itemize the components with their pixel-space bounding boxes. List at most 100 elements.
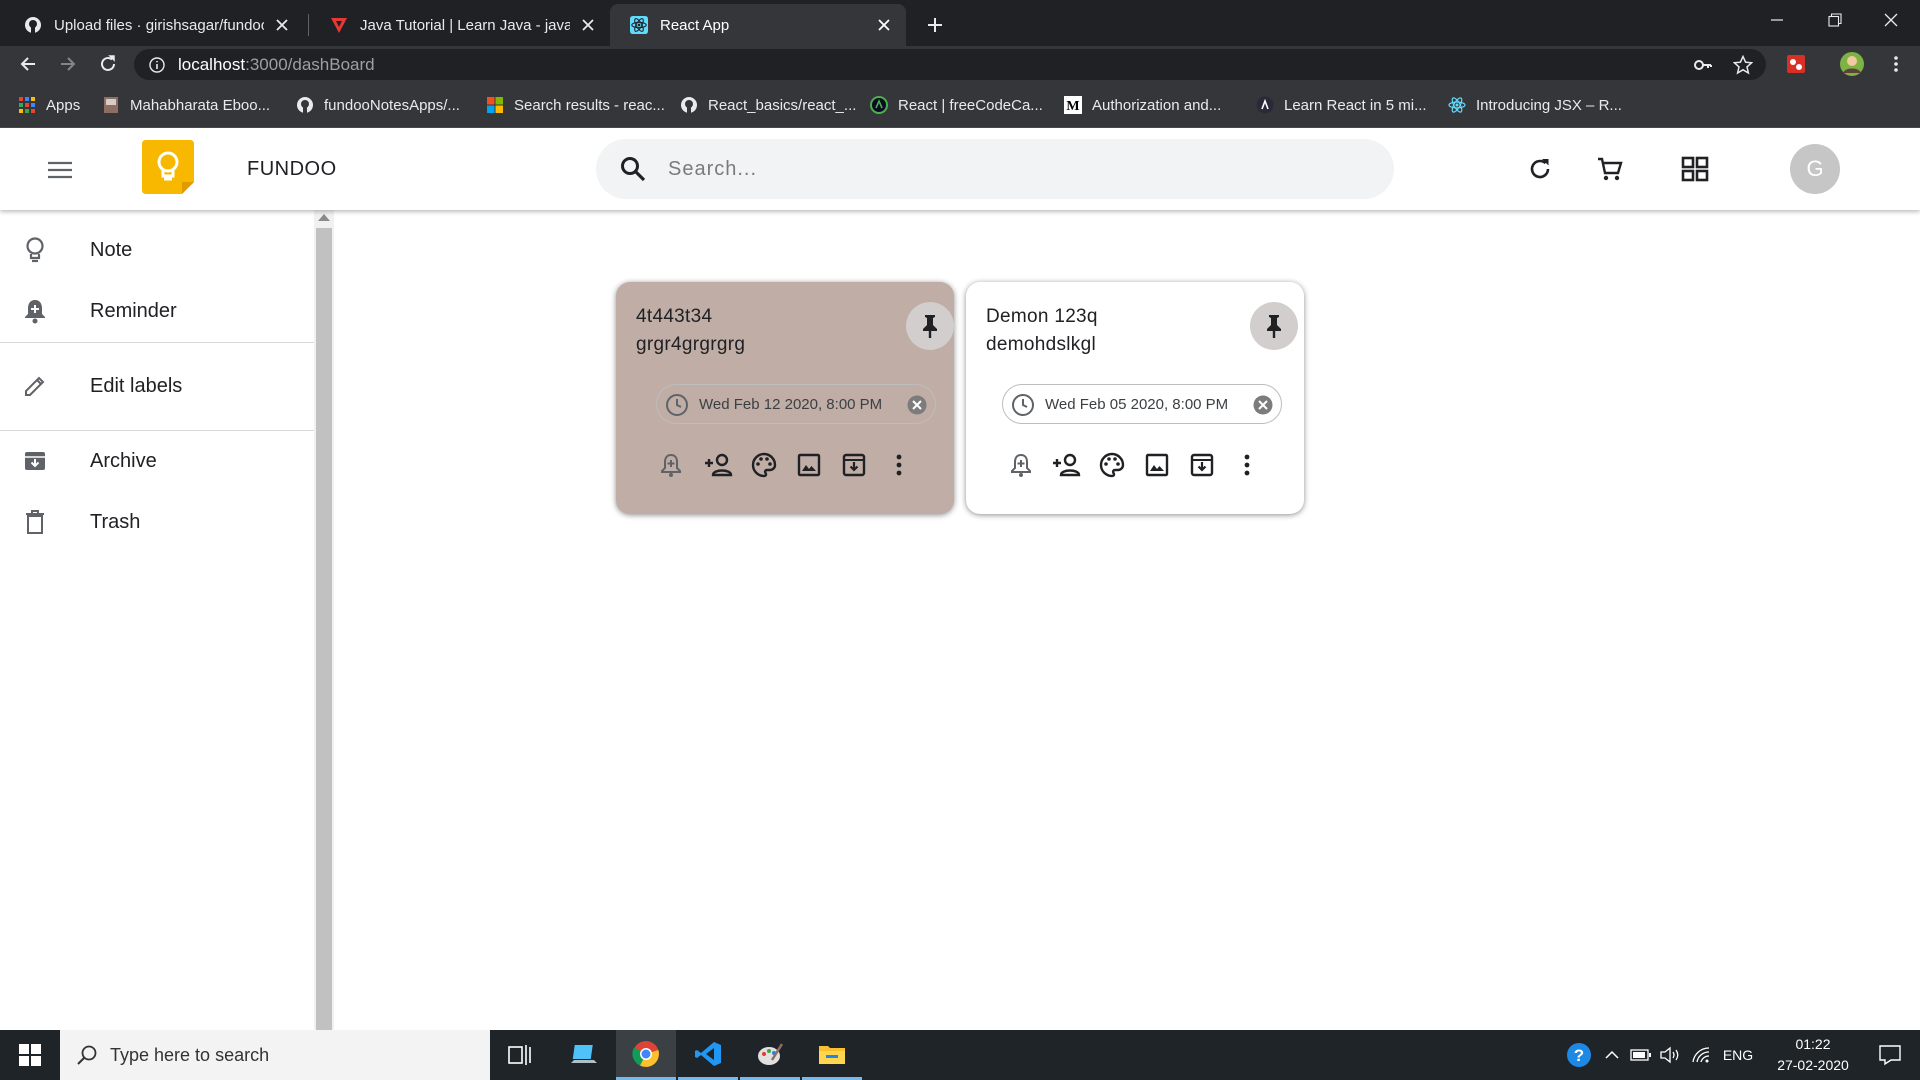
search-icon <box>77 1045 97 1065</box>
main-menu-button[interactable] <box>44 154 76 186</box>
trash-icon <box>22 509 48 535</box>
archive-note-button[interactable] <box>1187 450 1217 480</box>
tab-react-app[interactable]: React App <box>610 4 906 46</box>
reminder-chip[interactable]: Wed Feb 05 2020, 8:00 PM <box>1002 384 1282 424</box>
key-icon[interactable] <box>1692 54 1714 76</box>
system-clock[interactable]: 01:22 27-02-2020 <box>1760 1034 1866 1076</box>
refresh-button[interactable] <box>1523 152 1557 186</box>
change-color-button[interactable] <box>749 450 779 480</box>
close-icon <box>1884 13 1898 27</box>
remove-reminder-icon[interactable] <box>907 395 927 415</box>
bookmark-react-basics[interactable]: React_basics/react_... <box>680 93 856 117</box>
reminder-chip[interactable]: Wed Feb 12 2020, 8:00 PM <box>656 384 936 424</box>
tab-title: Java Tutorial | Learn Java - javatpoint <box>360 16 570 34</box>
user-avatar[interactable]: G <box>1790 144 1840 194</box>
notifications-icon[interactable] <box>1868 1043 1912 1067</box>
address-bar[interactable]: localhost:3000/dashBoard <box>134 49 1766 80</box>
info-icon[interactable] <box>146 54 168 76</box>
github-icon <box>296 96 314 114</box>
reload-button[interactable] <box>92 48 124 80</box>
bookmark-learn-react[interactable]: Learn React in 5 mi... <box>1256 93 1427 117</box>
archive-icon <box>842 453 866 477</box>
bookmark-label: Authorization and... <box>1092 96 1222 114</box>
collaborator-button[interactable] <box>704 450 734 480</box>
task-view-button[interactable] <box>490 1030 550 1080</box>
sidebar-scrollbar-thumb[interactable] <box>316 228 332 1030</box>
sidebar-item-archive[interactable]: Archive <box>0 433 314 489</box>
sidebar-item-note[interactable]: Note <box>0 222 314 278</box>
bookmark-mahabharata[interactable]: Mahabharata Eboo... <box>102 93 270 117</box>
search-input[interactable] <box>668 153 1348 185</box>
bookmark-freecodecamp[interactable]: React | freeCodeCa... <box>870 93 1043 117</box>
back-button[interactable] <box>12 48 44 80</box>
sidebar-item-edit-labels[interactable]: Edit labels <box>0 358 314 414</box>
close-tab-icon[interactable] <box>874 15 894 35</box>
note-card[interactable]: 4t443t34 grgr4grgrgrg Wed Feb 12 2020, 8… <box>616 282 954 514</box>
more-options-button[interactable] <box>884 450 914 480</box>
remind-me-button[interactable] <box>1006 450 1036 480</box>
sidebar-item-trash[interactable]: Trash <box>0 494 314 550</box>
chevron-up-icon[interactable] <box>1600 1043 1624 1067</box>
taskbar-app-paint[interactable] <box>740 1030 800 1080</box>
chrome-icon <box>632 1040 659 1067</box>
taskbar-app-vscode[interactable] <box>678 1030 738 1080</box>
bookmark-introducing-jsx[interactable]: Introducing JSX – R... <box>1448 93 1622 117</box>
close-tab-icon[interactable] <box>578 15 598 35</box>
search-icon[interactable] <box>620 156 646 182</box>
restore-window-button[interactable] <box>1806 0 1864 40</box>
pin-button[interactable] <box>906 302 954 350</box>
task-view-icon <box>508 1045 531 1065</box>
forward-button[interactable] <box>52 48 84 80</box>
volume-icon[interactable] <box>1658 1043 1684 1067</box>
change-color-button[interactable] <box>1097 450 1127 480</box>
help-tray-icon[interactable]: ? <box>1562 1043 1596 1067</box>
react-icon <box>630 16 648 34</box>
browser-menu-button[interactable] <box>1880 48 1912 80</box>
note-body: demohdslkgl <box>986 334 1096 355</box>
profile-avatar-icon <box>1840 52 1864 76</box>
scroll-up-arrow-icon[interactable] <box>318 214 330 221</box>
new-tab-button[interactable] <box>918 8 952 42</box>
close-tab-icon[interactable] <box>272 15 292 35</box>
profile-button[interactable] <box>1836 48 1868 80</box>
remove-reminder-icon[interactable] <box>1253 395 1273 415</box>
svg-text:?: ? <box>1574 1046 1584 1065</box>
more-options-button[interactable] <box>1232 450 1262 480</box>
taskbar-app-file-explorer[interactable] <box>802 1030 862 1080</box>
bookmark-star-icon[interactable] <box>1732 54 1754 76</box>
browser-toolbar: localhost:3000/dashBoard <box>0 46 1920 82</box>
sidebar-divider <box>0 430 314 431</box>
collaborator-button[interactable] <box>1052 450 1082 480</box>
note-card[interactable]: Demon 123q demohdslkgl Wed Feb 05 2020, … <box>966 282 1304 514</box>
cart-button[interactable] <box>1593 152 1627 186</box>
archive-note-button[interactable] <box>839 450 869 480</box>
taskbar-app-chrome[interactable] <box>616 1030 676 1080</box>
tab-java-tutorial[interactable]: Java Tutorial | Learn Java - javatpoint <box>310 4 610 46</box>
pencil-icon <box>22 373 48 399</box>
close-window-button[interactable] <box>1862 0 1920 40</box>
bookmark-apps[interactable]: Apps <box>18 93 80 117</box>
add-image-button[interactable] <box>1142 450 1172 480</box>
bookmark-authorization[interactable]: M Authorization and... <box>1064 93 1221 117</box>
battery-icon[interactable] <box>1628 1043 1654 1067</box>
palette-icon <box>751 452 777 478</box>
sidebar-item-reminder[interactable]: Reminder <box>0 283 314 339</box>
minimize-window-button[interactable] <box>1748 0 1806 40</box>
image-icon <box>1145 453 1169 477</box>
pin-button[interactable] <box>1250 302 1298 350</box>
bookmark-fundoo-notes-apps[interactable]: fundooNotesApps/... <box>296 93 460 117</box>
lightbulb-logo-icon <box>142 140 194 194</box>
taskbar-app-laptop[interactable] <box>554 1030 614 1080</box>
plus-icon <box>928 18 942 32</box>
add-image-button[interactable] <box>794 450 824 480</box>
tab-separator <box>308 14 309 36</box>
wifi-icon[interactable] <box>1688 1043 1716 1067</box>
tab-upload-files[interactable]: Upload files · girishsagar/fundoo <box>4 4 304 46</box>
bookmark-search-results[interactable]: Search results - reac... <box>486 93 665 117</box>
language-indicator[interactable]: ENG <box>1720 1043 1756 1067</box>
extension-button[interactable] <box>1780 48 1812 80</box>
taskbar-search-box[interactable]: Type here to search <box>60 1030 490 1080</box>
grid-view-button[interactable] <box>1678 152 1712 186</box>
start-button[interactable] <box>0 1030 60 1080</box>
remind-me-button[interactable] <box>656 450 686 480</box>
